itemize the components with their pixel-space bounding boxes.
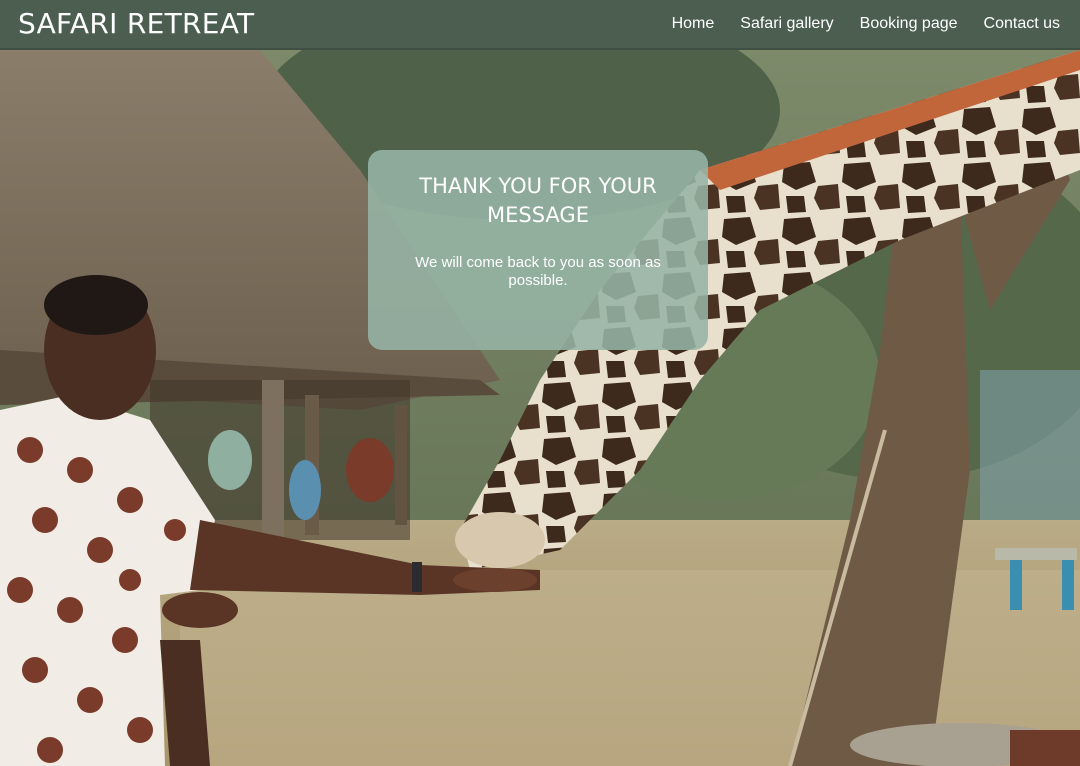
thank-you-card: THANK YOU FOR YOUR MESSAGE We will come … <box>368 150 708 350</box>
nav-booking-page[interactable]: Booking page <box>860 15 958 33</box>
nav-contact-us[interactable]: Contact us <box>984 15 1060 33</box>
nav-safari-gallery[interactable]: Safari gallery <box>740 15 833 33</box>
main-nav: Home Safari gallery Booking page Contact… <box>672 0 1060 48</box>
nav-home[interactable]: Home <box>672 15 715 33</box>
site-brand[interactable]: SAFARI RETREAT <box>18 6 254 42</box>
site-header: SAFARI RETREAT Home Safari gallery Booki… <box>0 0 1080 50</box>
thank-you-body: We will come back to you as soon as poss… <box>415 254 661 289</box>
page: SAFARI RETREAT Home Safari gallery Booki… <box>0 0 1080 766</box>
thank-you-title: THANK YOU FOR YOUR MESSAGE <box>419 174 657 227</box>
